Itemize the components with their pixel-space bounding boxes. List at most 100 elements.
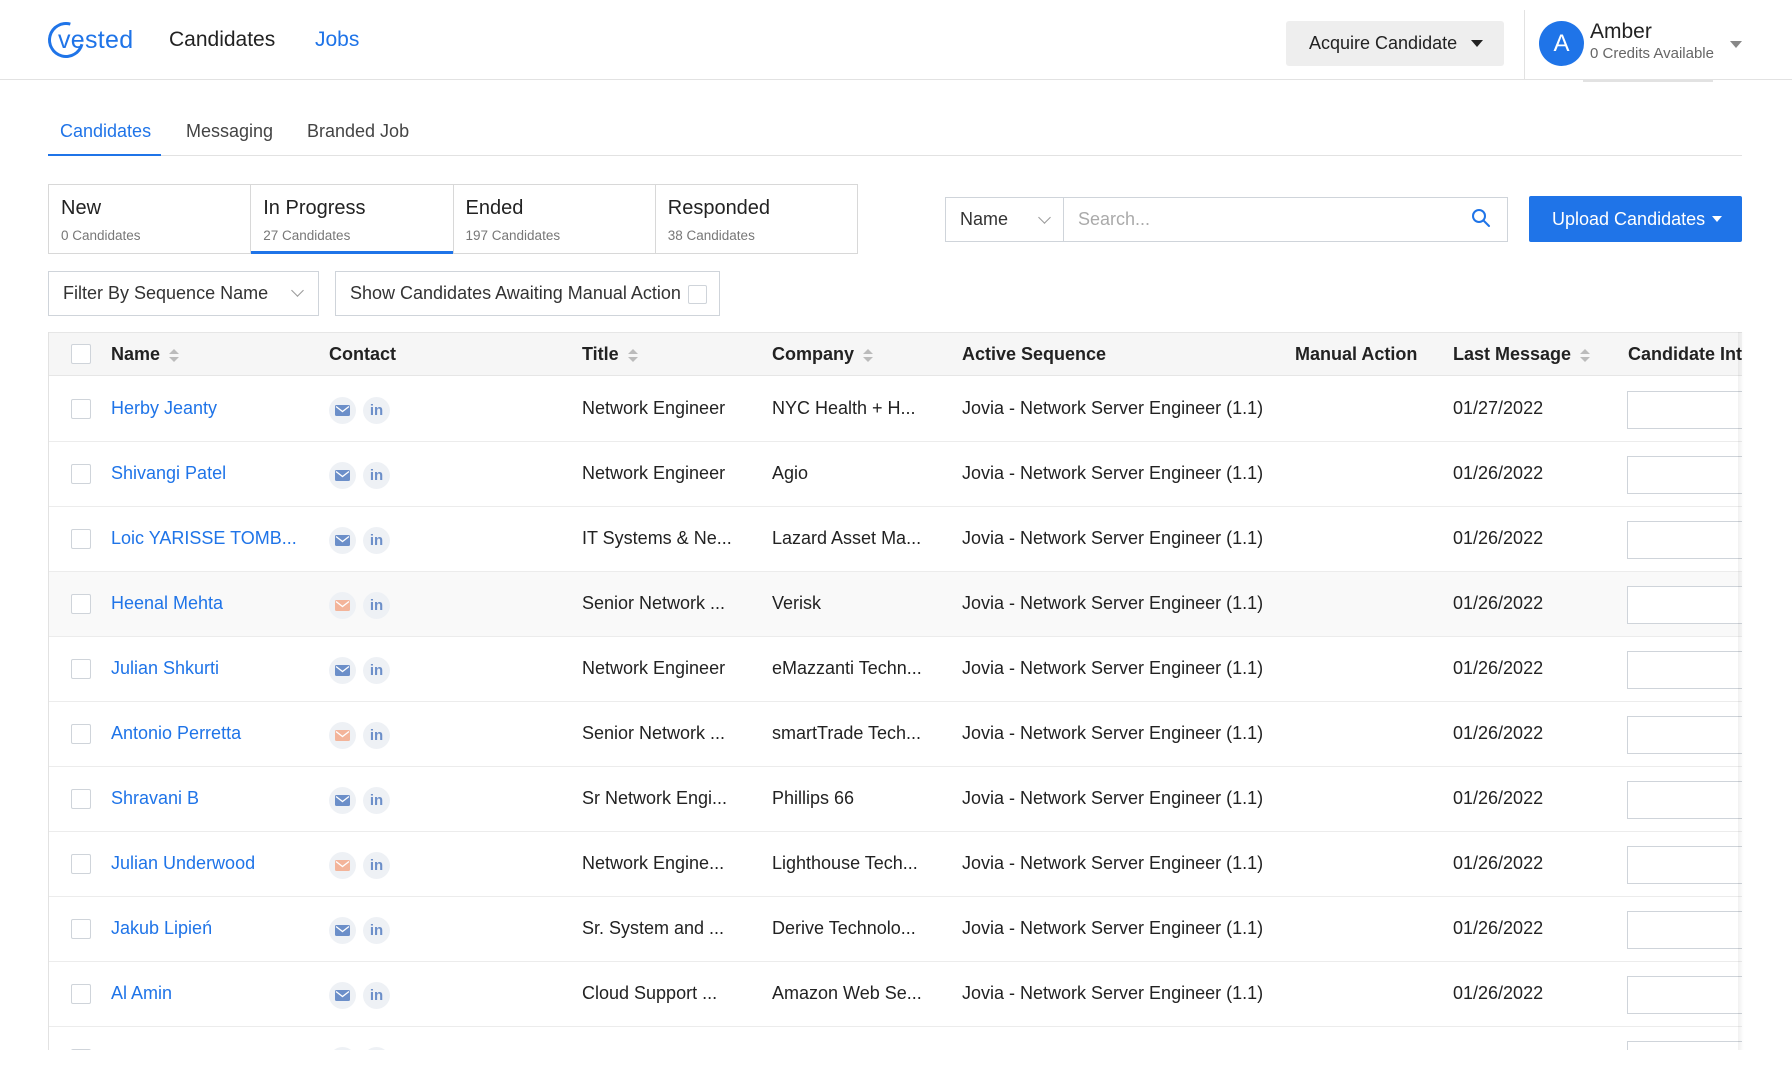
search-icon[interactable] (1470, 207, 1492, 229)
candidate-name-link[interactable]: Heenal Mehta (111, 593, 223, 614)
linkedin-icon[interactable]: in (363, 722, 390, 749)
manual-action-checkbox[interactable] (688, 285, 707, 304)
linkedin-icon[interactable]: in (363, 462, 390, 489)
sequence-filter-select[interactable]: Filter By Sequence Name (48, 271, 319, 316)
tab-branded-job[interactable]: Branded Job (307, 121, 409, 156)
table-row[interactable]: Shravani B in Sr Network Engi... Phillips 6… (49, 767, 1742, 832)
tab-messaging[interactable]: Messaging (186, 121, 273, 156)
candidate-name-link[interactable]: Julian Shkurti (111, 658, 219, 679)
candidate-name-link[interactable]: Jakub Lipień (111, 918, 212, 939)
row-checkbox[interactable] (71, 789, 91, 809)
candidate-name-link[interactable]: Shravani B (111, 788, 199, 809)
mail-icon[interactable] (329, 917, 356, 944)
candidate-interest-select[interactable] (1627, 391, 1742, 429)
row-checkbox[interactable] (71, 529, 91, 549)
column-header-name[interactable]: Name (111, 344, 180, 365)
row-checkbox[interactable] (71, 399, 91, 419)
nav-jobs[interactable]: Jobs (315, 28, 359, 52)
table-row[interactable]: Heenal Mehta in Senior Network ... Verisk Jo… (49, 572, 1742, 637)
row-checkbox[interactable] (71, 659, 91, 679)
sort-icon[interactable] (627, 347, 638, 363)
linkedin-icon[interactable]: in (363, 592, 390, 619)
table-row[interactable]: Herby Jeanty in Network Engineer NYC Health… (49, 377, 1742, 442)
sequence-filter-placeholder: Filter By Sequence Name (63, 283, 269, 303)
status-card-ended[interactable]: Ended 197 Candidates (453, 185, 656, 253)
mail-icon[interactable] (329, 527, 356, 554)
candidate-name-link[interactable]: Shivangi Patel (111, 463, 226, 484)
candidate-interest-select[interactable] (1627, 521, 1742, 559)
mail-icon[interactable] (329, 982, 356, 1009)
user-menu-caret-icon[interactable] (1730, 41, 1742, 48)
candidate-interest-select[interactable] (1627, 716, 1742, 754)
candidate-name-link[interactable]: Herby Jeanty (111, 398, 217, 419)
sort-icon[interactable] (1580, 347, 1591, 363)
candidate-company: Amazon Web Se... (772, 983, 922, 1003)
table-row[interactable]: Julian Shkurti in Network Engineer eMazzant… (49, 637, 1742, 702)
column-header-contact: Contact (329, 344, 396, 364)
nav-candidates[interactable]: Candidates (169, 28, 275, 52)
column-header-title[interactable]: Title (582, 344, 638, 365)
mail-icon[interactable] (329, 787, 356, 814)
linkedin-icon[interactable]: in (363, 852, 390, 879)
candidate-interest-select[interactable] (1627, 846, 1742, 884)
column-header-company[interactable]: Company (772, 344, 874, 365)
linkedin-icon[interactable]: in (363, 397, 390, 424)
user-name[interactable]: Amber (1590, 20, 1652, 44)
table-row[interactable]: Julian Underwood in Network Engine... Light… (49, 832, 1742, 897)
candidate-name-link[interactable]: Al Amin (111, 983, 172, 1004)
sort-icon[interactable] (169, 347, 180, 363)
sort-icon[interactable] (863, 347, 874, 363)
linkedin-glyph: in (369, 987, 384, 1004)
row-checkbox[interactable] (71, 594, 91, 614)
linkedin-icon[interactable]: in (363, 917, 390, 944)
linkedin-icon[interactable]: in (363, 1047, 390, 1050)
vested-logo[interactable]: vested (41, 15, 133, 65)
row-checkbox[interactable] (71, 1049, 91, 1050)
candidate-name-link[interactable]: Antonio Perretta (111, 723, 241, 744)
row-checkbox[interactable] (71, 464, 91, 484)
upload-candidates-button[interactable]: Upload Candidates (1529, 196, 1742, 242)
linkedin-icon[interactable]: in (363, 982, 390, 1009)
candidate-name-link[interactable]: Julian Underwood (111, 853, 255, 874)
select-all-checkbox[interactable] (71, 344, 91, 364)
status-card-responded[interactable]: Responded 38 Candidates (655, 185, 857, 253)
linkedin-icon[interactable]: in (363, 787, 390, 814)
mail-icon[interactable] (329, 462, 356, 489)
status-card-new[interactable]: New 0 Candidates (49, 185, 252, 253)
tab-candidates[interactable]: Candidates (60, 121, 151, 156)
candidate-interest-select[interactable] (1627, 781, 1742, 819)
candidate-interest-select[interactable] (1627, 456, 1742, 494)
mail-icon[interactable] (329, 852, 356, 879)
acquire-candidate-button[interactable]: Acquire Candidate (1286, 21, 1504, 66)
row-checkbox[interactable] (71, 854, 91, 874)
table-row[interactable]: Al Amin in Cloud Support ... Amazon Web Se.… (49, 962, 1742, 1027)
candidate-interest-select[interactable] (1627, 911, 1742, 949)
mail-icon[interactable] (329, 657, 356, 684)
table-row[interactable]: Loic YARISSE TOMB... in IT Systems & Ne...… (49, 507, 1742, 572)
row-checkbox[interactable] (71, 919, 91, 939)
search-field-select[interactable]: Name (945, 197, 1063, 242)
mail-icon[interactable] (329, 397, 356, 424)
row-checkbox[interactable] (71, 984, 91, 1004)
candidate-interest-select[interactable] (1627, 651, 1742, 689)
mail-icon[interactable] (329, 722, 356, 749)
status-card-in-progress[interactable]: In Progress 27 Candidates (251, 185, 454, 254)
candidate-interest-select[interactable] (1627, 976, 1742, 1014)
linkedin-icon[interactable]: in (363, 527, 390, 554)
search-input[interactable] (1063, 197, 1508, 242)
user-menu-underline (1583, 80, 1713, 82)
avatar[interactable]: A (1539, 21, 1584, 66)
mail-icon[interactable] (329, 1047, 356, 1050)
candidate-interest-select[interactable] (1627, 586, 1742, 624)
table-row[interactable]: Shivangi Patel in Network Engineer Agio Jovi… (49, 442, 1742, 507)
table-row[interactable]: Jakub Lipień in Sr. System and ... Derive T… (49, 897, 1742, 962)
column-header-last-message[interactable]: Last Message (1453, 344, 1591, 365)
linkedin-icon[interactable]: in (363, 657, 390, 684)
table-row[interactable]: in (49, 1027, 1742, 1050)
candidate-name-link[interactable]: Loic YARISSE TOMB... (111, 528, 297, 549)
mail-icon[interactable] (329, 592, 356, 619)
manual-action-filter[interactable]: Show Candidates Awaiting Manual Action (335, 271, 720, 316)
candidate-interest-select[interactable] (1627, 1041, 1742, 1050)
table-row[interactable]: Antonio Perretta in Senior Network ... smar… (49, 702, 1742, 767)
row-checkbox[interactable] (71, 724, 91, 744)
